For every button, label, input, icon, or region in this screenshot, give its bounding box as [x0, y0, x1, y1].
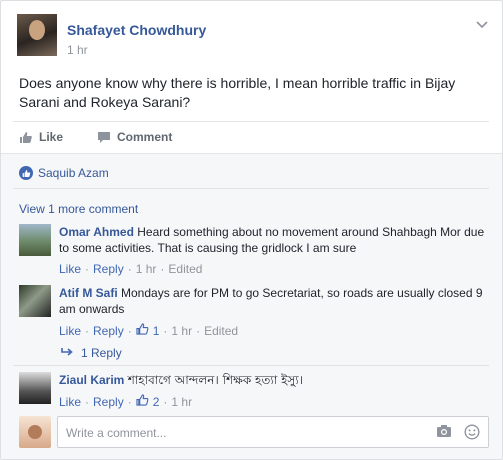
comment-time[interactable]: 1 hr — [171, 395, 192, 409]
comment: Atif M Safi Mondays are for PM to go Sec… — [19, 285, 489, 365]
comment-body: Omar Ahmed Heard something about no move… — [59, 224, 489, 256]
comment-like-link[interactable]: Like — [59, 262, 81, 276]
like-button[interactable]: Like — [19, 130, 63, 144]
commenter-name[interactable]: Atif M Safi — [59, 286, 118, 300]
separator-dot: · — [127, 323, 132, 338]
post-actions: Like Comment — [13, 121, 489, 153]
emoji-icon[interactable] — [464, 424, 480, 443]
comment-composer: Write a comment... — [19, 416, 489, 448]
comment-time[interactable]: 1 hr — [171, 324, 192, 338]
divider — [13, 365, 489, 366]
liker-name[interactable]: Saquib Azam — [38, 166, 109, 180]
thumbs-up-outline-icon — [136, 323, 149, 338]
chevron-down-icon[interactable] — [476, 18, 488, 32]
comment-like-link[interactable]: Like — [59, 324, 81, 338]
comment-reply-link[interactable]: Reply — [93, 262, 124, 276]
comment-meta: Like · Reply · 1 hr · Edited — [59, 262, 202, 276]
reactions-summary[interactable]: Saquib Azam — [19, 166, 109, 180]
comment: Ziaul Karim শাহাবাগে আন্দলন। শিক্ষক হত্য… — [19, 372, 489, 412]
separator-dot: · — [196, 323, 201, 338]
commenter-avatar[interactable] — [19, 285, 51, 317]
comment-meta: Like · Reply · 1 · 1 hr · Edited — [59, 323, 238, 338]
commenter-name[interactable]: Omar Ahmed — [59, 225, 134, 239]
comment-text: Mondays are for PM to go Secretariat, so… — [59, 286, 483, 316]
post-text: Does anyone know why there is horrible, … — [19, 75, 456, 110]
current-user-avatar[interactable] — [19, 416, 51, 448]
author-name[interactable]: Shafayet Chowdhury — [67, 22, 206, 38]
comment-input[interactable]: Write a comment... — [57, 416, 489, 448]
comment-icon — [97, 131, 111, 143]
separator-dot: · — [127, 394, 132, 409]
separator-dot: · — [160, 262, 165, 276]
comments-section: Saquib Azam View 1 more comment Omar Ahm… — [1, 153, 502, 459]
edited-label[interactable]: Edited — [204, 324, 238, 338]
post-card: Shafayet Chowdhury 1 hr Does anyone know… — [0, 0, 503, 460]
comment-time[interactable]: 1 hr — [136, 262, 157, 276]
composer-icons — [436, 424, 480, 443]
comment-meta: Like · Reply · 2 · 1 hr — [59, 394, 192, 409]
thumbs-up-outline-icon — [136, 394, 149, 409]
view-more-comments-link[interactable]: View 1 more comment — [19, 202, 138, 216]
separator-dot: · — [127, 262, 132, 276]
like-label: Like — [39, 130, 64, 144]
post-header: Shafayet Chowdhury 1 hr — [17, 14, 492, 60]
edited-label[interactable]: Edited — [168, 262, 202, 276]
separator-dot: · — [85, 394, 90, 409]
comment-body: Ziaul Karim শাহাবাগে আন্দলন। শিক্ষক হত্য… — [59, 372, 489, 388]
comment-like-count[interactable]: 2 — [153, 395, 160, 409]
comment: Omar Ahmed Heard something about no move… — [19, 224, 489, 280]
separator-dot: · — [163, 394, 168, 409]
comment-input-placeholder: Write a comment... — [66, 426, 167, 440]
separator-dot: · — [85, 323, 90, 338]
author-avatar[interactable] — [17, 14, 57, 56]
commenter-avatar[interactable] — [19, 372, 51, 404]
post-timestamp[interactable]: 1 hr — [67, 43, 88, 57]
commenter-avatar[interactable] — [19, 224, 51, 256]
reply-count-label[interactable]: 1 Reply — [81, 346, 122, 360]
separator-dot: · — [85, 262, 90, 276]
like-reaction-icon — [19, 166, 33, 180]
comment-text: শাহাবাগে আন্দলন। শিক্ষক হত্যা ইস্যু। — [127, 373, 304, 387]
commenter-name[interactable]: Ziaul Karim — [59, 373, 124, 387]
divider — [13, 188, 489, 189]
comment-like-link[interactable]: Like — [59, 395, 81, 409]
camera-icon[interactable] — [436, 424, 452, 443]
reply-arrow-icon — [61, 346, 73, 360]
view-replies-link[interactable]: 1 Reply — [61, 346, 122, 360]
thumbs-up-icon — [19, 131, 33, 143]
comment-reply-link[interactable]: Reply — [93, 395, 124, 409]
comment-like-count[interactable]: 1 — [153, 324, 160, 338]
separator-dot: · — [163, 323, 168, 338]
comment-reply-link[interactable]: Reply — [93, 324, 124, 338]
comment-body: Atif M Safi Mondays are for PM to go Sec… — [59, 285, 489, 317]
comment-label: Comment — [117, 130, 173, 144]
comment-button[interactable]: Comment — [97, 130, 503, 144]
